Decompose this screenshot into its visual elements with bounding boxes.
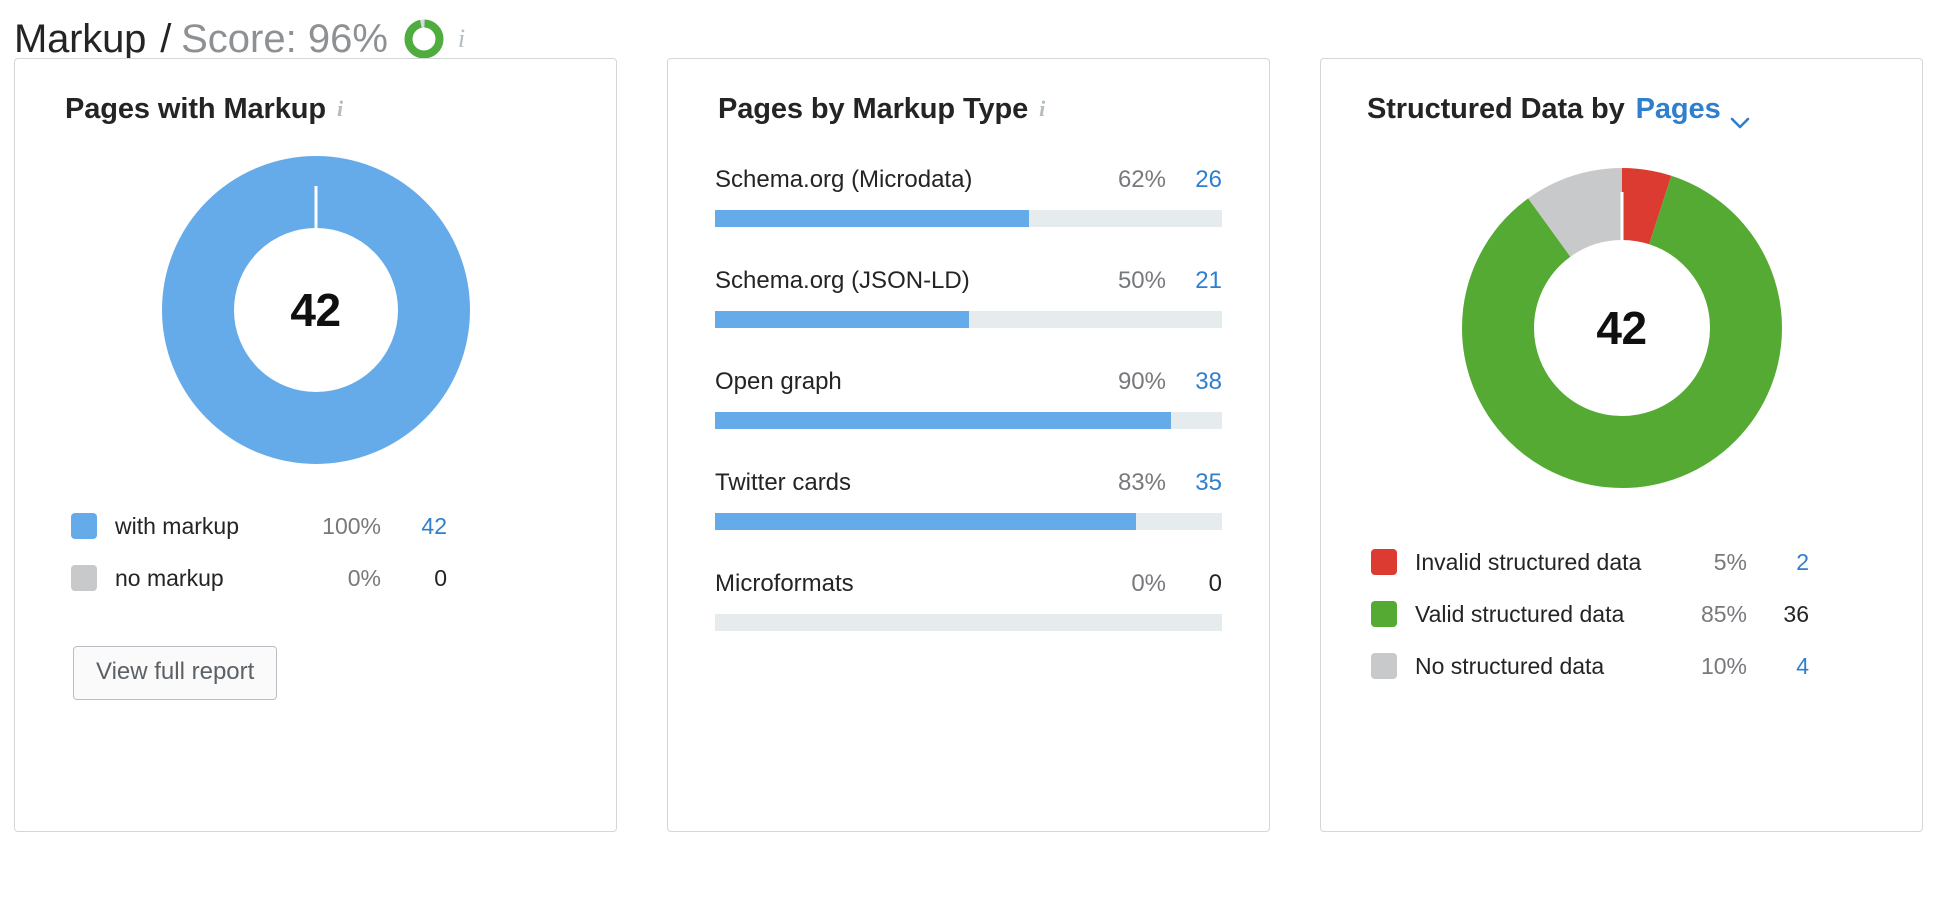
bar-list-markup-types: Schema.org (Microdata) 62% 26 Schema.org… bbox=[668, 126, 1269, 631]
dropdown-value: Pages bbox=[1636, 93, 1721, 126]
legend-percent: 100% bbox=[293, 513, 381, 540]
bar-percent: 50% bbox=[1080, 267, 1166, 295]
title-separator: / bbox=[160, 17, 171, 62]
info-icon[interactable]: i bbox=[458, 26, 465, 52]
view-full-report-wrap: View full report bbox=[15, 604, 616, 700]
card-title-pages-by-markup-type: Pages by Markup Type i bbox=[668, 59, 1269, 126]
bar-percent: 83% bbox=[1080, 469, 1166, 497]
donut-chart-structured-data: 42 bbox=[1321, 148, 1922, 508]
legend-label: with markup bbox=[115, 513, 293, 540]
legend-label: No structured data bbox=[1415, 653, 1667, 680]
bar-percent: 0% bbox=[1080, 570, 1166, 598]
info-icon[interactable]: i bbox=[337, 98, 343, 120]
legend-row: Valid structured data 85% 36 bbox=[1371, 588, 1922, 640]
bar-label: Twitter cards bbox=[715, 469, 1080, 497]
bar-value[interactable]: 26 bbox=[1166, 166, 1222, 194]
legend-percent: 0% bbox=[293, 565, 381, 592]
score-ring-icon bbox=[404, 19, 444, 59]
legend-row: Invalid structured data 5% 2 bbox=[1371, 536, 1922, 588]
bar-item: Twitter cards 83% 35 bbox=[715, 469, 1222, 530]
bar-label: Schema.org (Microdata) bbox=[715, 166, 1080, 194]
structured-data-scope-dropdown[interactable]: Pages bbox=[1636, 93, 1750, 126]
card-title-pages-with-markup: Pages with Markup i bbox=[15, 59, 616, 126]
card-pages-by-markup-type: Pages by Markup Type i Schema.org (Micro… bbox=[667, 58, 1270, 832]
donut-center-value: 42 bbox=[156, 150, 476, 470]
legend-label: no markup bbox=[115, 565, 293, 592]
bar-header: Schema.org (JSON-LD) 50% 21 bbox=[715, 267, 1222, 295]
legend-value[interactable]: 2 bbox=[1747, 549, 1809, 576]
bar-track bbox=[715, 513, 1222, 530]
legend-label: Valid structured data bbox=[1415, 601, 1667, 628]
card-title-text: Pages with Markup bbox=[65, 93, 326, 126]
legend-value: 36 bbox=[1747, 601, 1809, 628]
bar-item: Open graph 90% 38 bbox=[715, 368, 1222, 429]
bar-label: Open graph bbox=[715, 368, 1080, 396]
bar-header: Twitter cards 83% 35 bbox=[715, 469, 1222, 497]
legend-label: Invalid structured data bbox=[1415, 549, 1667, 576]
bar-label: Schema.org (JSON-LD) bbox=[715, 267, 1080, 295]
bar-track bbox=[715, 210, 1222, 227]
bar-fill bbox=[715, 311, 969, 328]
cards-row: Pages with Markup i 42 with markup 100% … bbox=[0, 58, 1938, 832]
bar-label: Microformats bbox=[715, 570, 1080, 598]
legend-percent: 85% bbox=[1667, 601, 1747, 628]
bar-percent: 90% bbox=[1080, 368, 1166, 396]
bar-item: Microformats 0% 0 bbox=[715, 570, 1222, 631]
bar-fill bbox=[715, 210, 1029, 227]
card-title-structured-data: Structured Data by Pages bbox=[1321, 59, 1922, 126]
score-label: Score: 96% bbox=[181, 17, 388, 62]
card-pages-with-markup: Pages with Markup i 42 with markup 100% … bbox=[14, 58, 617, 832]
card-title-text: Structured Data by bbox=[1367, 93, 1625, 126]
card-structured-data: Structured Data by Pages bbox=[1320, 58, 1923, 832]
bar-item: Schema.org (Microdata) 62% 26 bbox=[715, 166, 1222, 227]
bar-track bbox=[715, 412, 1222, 429]
bar-header: Microformats 0% 0 bbox=[715, 570, 1222, 598]
info-icon[interactable]: i bbox=[1039, 98, 1045, 120]
legend-swatch-icon bbox=[1371, 601, 1397, 627]
legend-swatch-icon bbox=[1371, 549, 1397, 575]
bar-track bbox=[715, 614, 1222, 631]
bar-value[interactable]: 21 bbox=[1166, 267, 1222, 295]
bar-fill bbox=[715, 513, 1136, 530]
donut-chart-pages-with-markup: 42 bbox=[15, 150, 616, 470]
page-header: Markup / Score: 96% i bbox=[0, 0, 1938, 58]
card-title-text: Pages by Markup Type bbox=[718, 93, 1028, 126]
bar-item: Schema.org (JSON-LD) 50% 21 bbox=[715, 267, 1222, 328]
legend-value[interactable]: 4 bbox=[1747, 653, 1809, 680]
legend-swatch-icon bbox=[71, 565, 97, 591]
bar-header: Open graph 90% 38 bbox=[715, 368, 1222, 396]
bar-value: 0 bbox=[1166, 570, 1222, 598]
bar-value[interactable]: 35 bbox=[1166, 469, 1222, 497]
legend-swatch-icon bbox=[1371, 653, 1397, 679]
legend-value: 0 bbox=[381, 565, 447, 592]
page-title: Markup bbox=[14, 17, 146, 62]
bar-percent: 62% bbox=[1080, 166, 1166, 194]
legend-value[interactable]: 42 bbox=[381, 513, 447, 540]
legend-swatch-icon bbox=[71, 513, 97, 539]
legend-row: No structured data 10% 4 bbox=[1371, 640, 1922, 692]
donut-center-value: 42 bbox=[1442, 148, 1802, 508]
bar-fill bbox=[715, 412, 1171, 429]
view-full-report-button[interactable]: View full report bbox=[73, 646, 277, 700]
legend-pages-with-markup: with markup 100% 42 no markup 0% 0 bbox=[15, 500, 616, 604]
legend-percent: 10% bbox=[1667, 653, 1747, 680]
bar-value[interactable]: 38 bbox=[1166, 368, 1222, 396]
legend-structured-data: Invalid structured data 5% 2 Valid struc… bbox=[1321, 536, 1922, 692]
bar-track bbox=[715, 311, 1222, 328]
legend-row: with markup 100% 42 bbox=[71, 500, 616, 552]
legend-percent: 5% bbox=[1667, 549, 1747, 576]
legend-row: no markup 0% 0 bbox=[71, 552, 616, 604]
bar-header: Schema.org (Microdata) 62% 26 bbox=[715, 166, 1222, 194]
chevron-down-icon bbox=[1730, 104, 1750, 116]
